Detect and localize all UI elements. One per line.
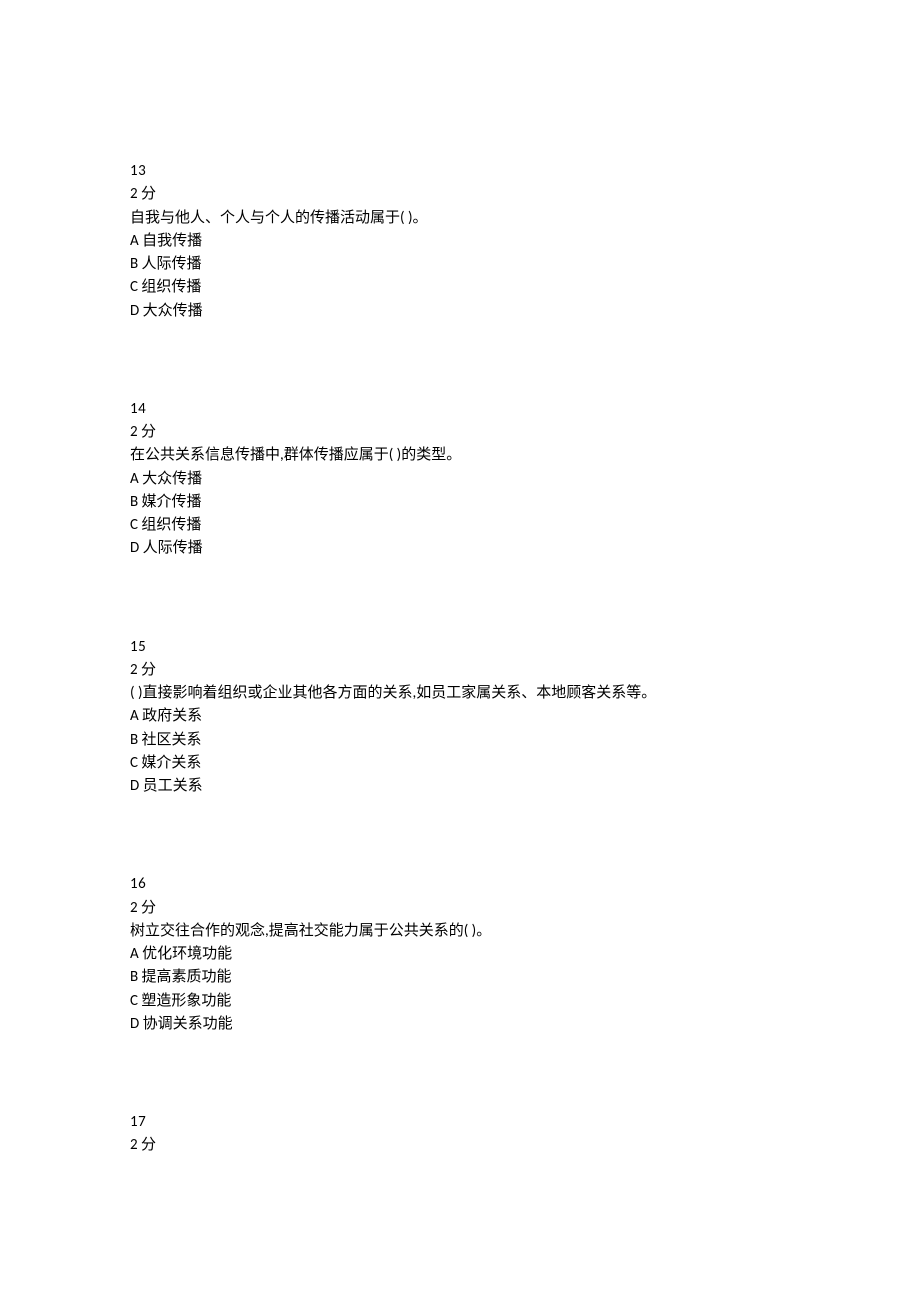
question-points: 2 分 [130,421,790,444]
question-option: C 媒介关系 [130,752,790,775]
question-option: B 提高素质功能 [130,966,790,989]
question-stem: 树立交往合作的观念,提高社交能力属于公共关系的( )。 [130,920,790,943]
question-points: 2 分 [130,1134,790,1157]
question-option: A 优化环境功能 [130,943,790,966]
question-17: 17 2 分 [130,1111,790,1158]
question-option: A 自我传播 [130,230,790,253]
question-option: D 员工关系 [130,775,790,798]
question-option: B 社区关系 [130,729,790,752]
question-stem: 自我与他人、个人与个人的传播活动属于( )。 [130,207,790,230]
question-option: D 大众传播 [130,300,790,323]
question-option: C 组织传播 [130,276,790,299]
question-number: 16 [130,873,790,896]
question-14: 14 2 分 在公共关系信息传播中,群体传播应属于( )的类型。 A 大众传播 … [130,398,790,561]
question-stem: ( )直接影响着组织或企业其他各方面的关系,如员工家属关系、本地顾客关系等。 [130,682,790,705]
question-option: B 媒介传播 [130,491,790,514]
question-number: 13 [130,160,790,183]
question-points: 2 分 [130,897,790,920]
question-points: 2 分 [130,659,790,682]
question-option: B 人际传播 [130,253,790,276]
question-stem: 在公共关系信息传播中,群体传播应属于( )的类型。 [130,444,790,467]
question-number: 17 [130,1111,790,1134]
question-number: 15 [130,636,790,659]
question-option: D 协调关系功能 [130,1013,790,1036]
question-13: 13 2 分 自我与他人、个人与个人的传播活动属于( )。 A 自我传播 B 人… [130,160,790,323]
question-option: D 人际传播 [130,537,790,560]
question-option: C 塑造形象功能 [130,990,790,1013]
question-15: 15 2 分 ( )直接影响着组织或企业其他各方面的关系,如员工家属关系、本地顾… [130,636,790,799]
question-16: 16 2 分 树立交往合作的观念,提高社交能力属于公共关系的( )。 A 优化环… [130,873,790,1036]
question-number: 14 [130,398,790,421]
question-option: C 组织传播 [130,514,790,537]
question-points: 2 分 [130,183,790,206]
question-option: A 政府关系 [130,705,790,728]
question-option: A 大众传播 [130,468,790,491]
